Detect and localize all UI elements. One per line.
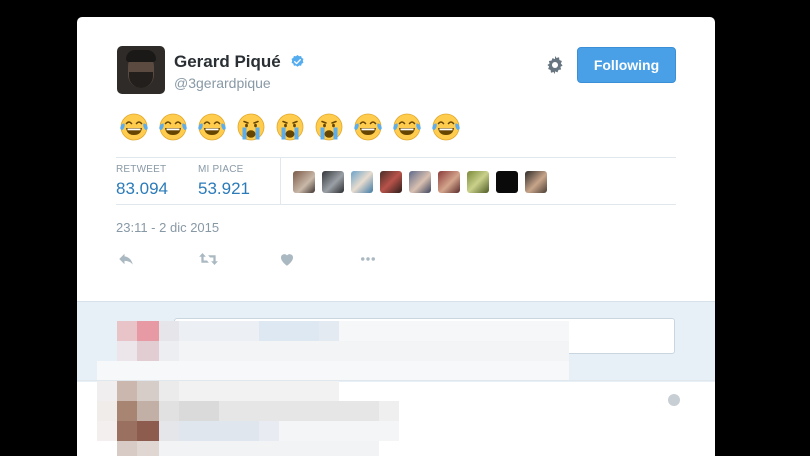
pixelated-block — [179, 321, 259, 341]
retweet-icon[interactable] — [198, 250, 219, 268]
liker-avatar[interactable] — [322, 171, 344, 193]
retweets-label[interactable]: RETWEET — [116, 164, 166, 175]
pixelated-block — [117, 381, 137, 401]
crying-emoji — [273, 109, 312, 145]
pixelated-block — [179, 341, 569, 361]
liker-avatar[interactable] — [409, 171, 431, 193]
pixelated-block — [97, 361, 569, 381]
crying-emoji — [234, 109, 273, 145]
laughing-tears-emoji — [195, 109, 234, 145]
globe-icon — [668, 394, 680, 406]
pixelated-block — [97, 401, 117, 421]
avatar[interactable] — [117, 46, 165, 94]
pixelated-block — [159, 381, 179, 401]
pixelated-block — [137, 421, 159, 441]
pixelated-block — [137, 341, 159, 361]
pixelated-block — [179, 381, 339, 401]
liker-avatar[interactable] — [380, 171, 402, 193]
pixelated-block — [319, 321, 339, 341]
pixelated-block — [159, 441, 379, 456]
divider-bottom — [116, 204, 676, 205]
tweet-card: Gerard Piqué @3gerardpique Following RET… — [77, 17, 715, 456]
pixelated-block — [97, 421, 117, 441]
pixelated-block — [137, 381, 159, 401]
pixelated-block — [137, 321, 159, 341]
liker-avatar[interactable] — [496, 171, 518, 193]
pixelated-block — [159, 321, 179, 341]
pixelated-block — [159, 341, 179, 361]
liker-avatar[interactable] — [525, 171, 547, 193]
pixelated-block — [159, 421, 179, 441]
divider-top — [116, 157, 676, 158]
laughing-tears-emoji — [390, 109, 429, 145]
pixelated-block — [179, 401, 219, 421]
laughing-tears-emoji — [351, 109, 390, 145]
pixelated-block — [259, 321, 319, 341]
tweet-timestamp[interactable]: 23:11 - 2 dic 2015 — [116, 220, 219, 235]
tweet-text — [117, 109, 468, 145]
pixelated-block — [259, 421, 279, 441]
reply-icon[interactable] — [117, 250, 135, 268]
likes-label[interactable]: MI PIACE — [198, 164, 244, 175]
pixelated-block — [117, 401, 137, 421]
author-handle[interactable]: @3gerardpique — [174, 75, 271, 91]
pixelated-block — [137, 401, 159, 421]
more-icon[interactable] — [357, 250, 379, 268]
laughing-tears-emoji — [429, 109, 468, 145]
pixelated-block — [117, 341, 137, 361]
following-button[interactable]: Following — [577, 47, 676, 83]
liker-avatar[interactable] — [293, 171, 315, 193]
avatar-hair — [126, 50, 156, 62]
gear-icon[interactable] — [544, 54, 566, 76]
likes-count[interactable]: 53.921 — [198, 179, 250, 199]
pixelated-block — [279, 421, 399, 441]
pixelated-block — [117, 321, 137, 341]
pixelated-block — [117, 441, 137, 456]
pixelated-block — [159, 401, 179, 421]
author-name[interactable]: Gerard Piqué — [174, 52, 281, 72]
verified-icon — [291, 54, 304, 67]
liker-avatar[interactable] — [438, 171, 460, 193]
laughing-tears-emoji — [156, 109, 195, 145]
pixelated-block — [137, 441, 159, 456]
pixelated-block — [339, 321, 569, 341]
stats-divider — [280, 158, 281, 205]
pixelated-block — [179, 421, 259, 441]
like-icon[interactable] — [278, 250, 296, 268]
pixelated-block — [379, 401, 399, 421]
liker-avatar[interactable] — [351, 171, 373, 193]
crying-emoji — [312, 109, 351, 145]
pixelated-block — [97, 381, 117, 401]
retweets-count[interactable]: 83.094 — [116, 179, 168, 199]
liker-avatar[interactable] — [467, 171, 489, 193]
laughing-tears-emoji — [117, 109, 156, 145]
pixelated-block — [219, 401, 379, 421]
pixelated-block — [117, 421, 137, 441]
